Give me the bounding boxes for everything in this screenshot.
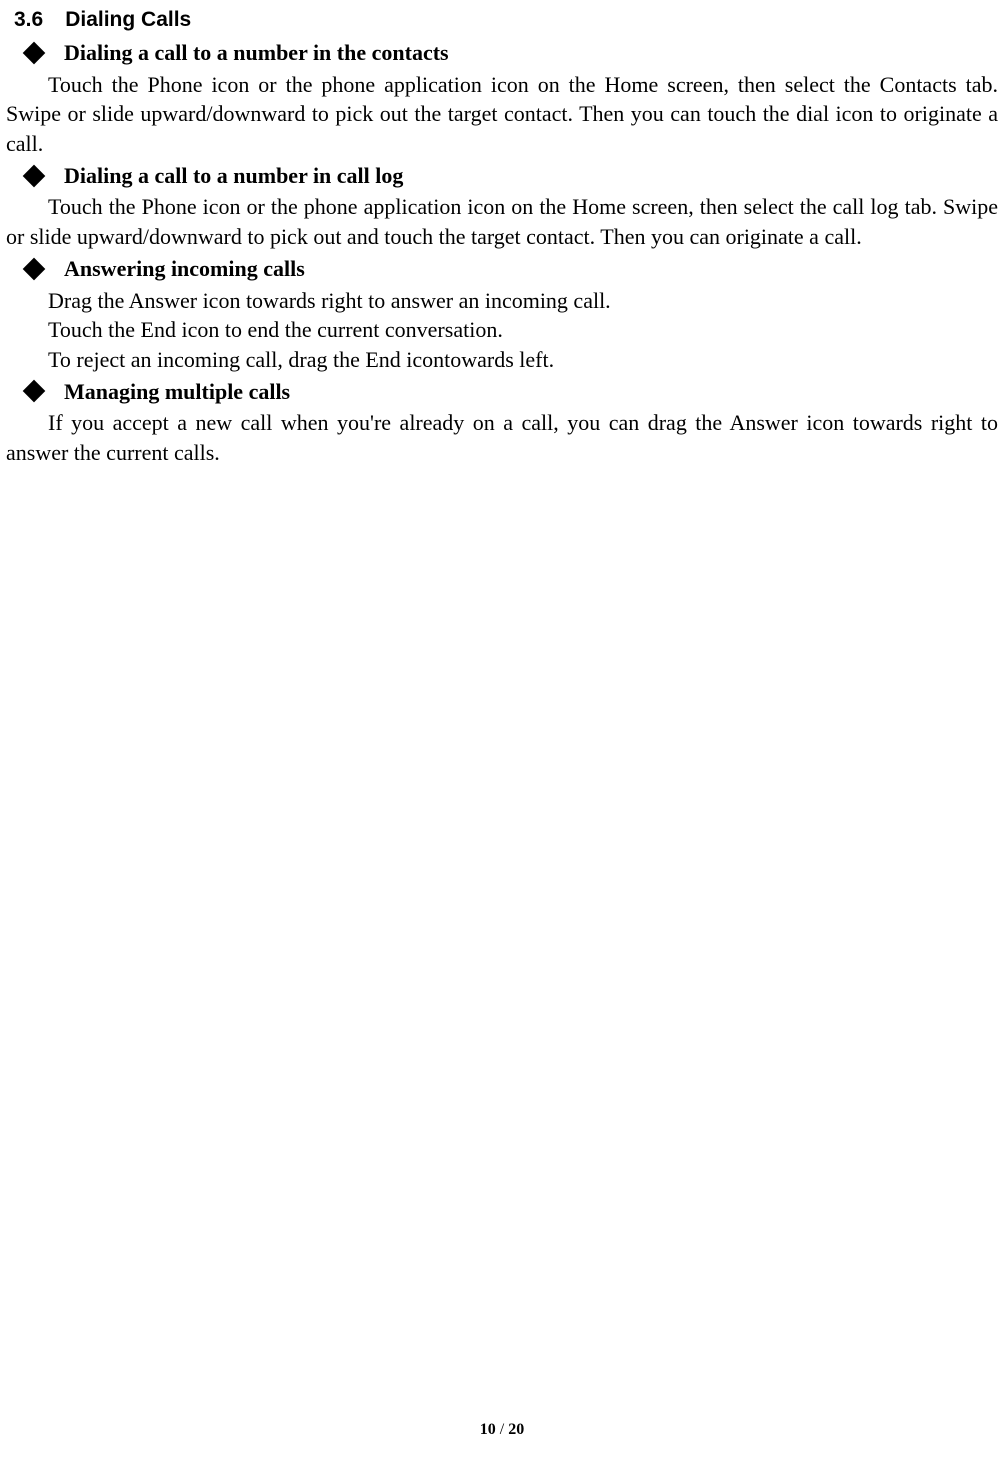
page-total: 20 bbox=[508, 1421, 524, 1438]
body-paragraph: Touch the End icon to end the current co… bbox=[6, 315, 998, 345]
section-title: Dialing Calls bbox=[65, 8, 191, 31]
body-paragraph: If you accept a new call when you're alr… bbox=[6, 408, 998, 467]
page-current: 10 bbox=[480, 1421, 496, 1438]
page-footer: 10 / 20 bbox=[0, 1421, 1004, 1439]
diamond-icon bbox=[23, 164, 46, 187]
bullet-item: Dialing a call to a number in call log bbox=[6, 161, 998, 191]
diamond-icon bbox=[23, 380, 46, 403]
body-paragraph: To reject an incoming call, drag the End… bbox=[6, 345, 998, 375]
page-sep: / bbox=[496, 1421, 508, 1438]
section-header: 3.6 Dialing Calls bbox=[6, 8, 998, 32]
bullet-item: Answering incoming calls bbox=[6, 254, 998, 284]
bullet-item: Managing multiple calls bbox=[6, 377, 998, 407]
bullet-item: Dialing a call to a number in the contac… bbox=[6, 38, 998, 68]
bullet-heading: Answering incoming calls bbox=[64, 254, 305, 284]
bullet-heading: Dialing a call to a number in call log bbox=[64, 161, 403, 191]
bullet-heading: Managing multiple calls bbox=[64, 377, 290, 407]
bullet-heading: Dialing a call to a number in the contac… bbox=[64, 38, 449, 68]
diamond-icon bbox=[23, 42, 46, 65]
body-paragraph: Touch the Phone icon or the phone applic… bbox=[6, 192, 998, 251]
body-paragraph: Drag the Answer icon towards right to an… bbox=[6, 286, 998, 316]
diamond-icon bbox=[23, 257, 46, 280]
body-paragraph: Touch the Phone icon or the phone applic… bbox=[6, 70, 998, 159]
section-number: 3.6 bbox=[14, 8, 43, 32]
